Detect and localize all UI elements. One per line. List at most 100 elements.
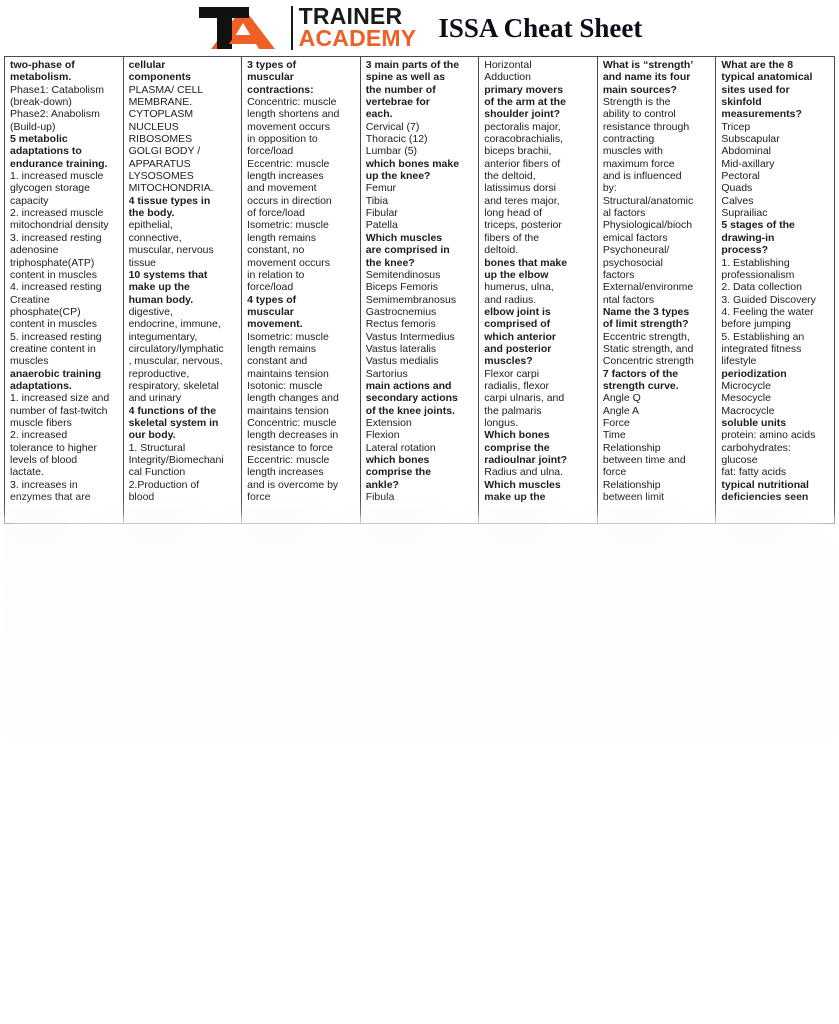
question-line: skeletal system in [128,416,219,429]
question-line: the body. [128,207,175,220]
answer-line: 3. increases in [10,478,78,491]
answer-line: connective, [128,231,182,244]
answer-line: MITOCHONDRIA. [128,182,214,195]
question-line: 3 main parts of the [365,59,460,71]
question-line: secondary actions [365,392,458,405]
answer-line: Mid-axillary [721,157,775,170]
answer-line: radialis, flexor [484,379,550,392]
answer-line: 5. increased resting [10,330,102,343]
question-line: shoulder joint? [484,108,561,121]
question-line: 7 factors of the [602,367,679,380]
answer-line: 1. Establishing [721,256,790,269]
question-line: two-phase of [10,59,75,71]
answer-line: Phase2: Anabolism [10,108,100,121]
question-line: comprise the [484,441,550,454]
answer-line: reproductive, [128,367,190,380]
answer-line: resistance to force [247,441,333,454]
answer-line: al factors [602,207,646,220]
answer-line: glucose [721,454,758,466]
answer-line: Suprailiac [721,207,768,220]
answer-line: muscular, nervous [128,244,214,257]
answer-line: Relationship [602,478,661,491]
answer-line: professionalism [721,268,795,281]
answer-line: Static strength, and [602,342,694,355]
answer-line: carpi ulnaris, and [484,392,565,405]
column-3-content: 3 types of muscular contractions: Concentri… [247,59,356,517]
answer-line: Phase1: Catabolism [10,83,104,96]
answer-line: Time [602,429,626,442]
answer-line: longus. [484,416,519,429]
answer-line: Lumbar (5) [365,145,418,158]
answer-line: Eccentric: muscle [247,454,330,466]
cheat-sheet-column-3: 3 types of muscular contractions: Concentri… [241,56,361,524]
answer-line: anterior fibers of [484,157,561,170]
answer-line: muscle fibers [10,416,72,429]
answer-line: (break-down) [10,96,72,109]
question-line: 10 systems that [128,268,208,281]
question-line: human body. [128,293,194,306]
answer-line: Thoracic (12) [365,133,428,146]
answer-line: factors [602,268,635,281]
answer-line: ntal factors [602,293,655,306]
answer-line: Horizontal [484,59,532,71]
question-line: which anterior [484,330,557,343]
answer-line: Quads [721,182,753,195]
answer-line: Isometric: muscle [247,330,329,343]
answer-line: force [602,466,627,479]
answer-line: in relation to [247,268,305,281]
question-line: bones that make [484,256,568,269]
answer-line: tissue [128,256,156,269]
question-line: muscular [247,71,294,84]
answer-line: 5. Establishing an [721,330,805,343]
answer-line: Integrity/Biomechani [128,454,224,466]
answer-line: ability to control [602,108,676,121]
answer-line: 2.Production of [128,478,200,491]
cheat-sheet-table: two-phase of metabolism. Phase1: Catabolis… [4,56,835,524]
answer-line: adenosine [10,244,59,257]
question-line: make up the [484,491,546,504]
answer-line: enzymes that are [10,491,91,504]
answer-line: muscles [10,355,49,368]
question-line: up the elbow [484,268,549,281]
answer-line: maximum force [602,157,675,170]
question-line: skinfold [721,96,762,109]
question-line: What are the 8 [721,59,794,71]
question-line: adaptations. [10,379,72,392]
answer-line: integrated fitness [721,342,802,355]
answer-line: Semitendinosus [365,268,441,281]
answer-line: movement occurs [247,120,330,133]
column-2-content: cellular components PLASMA/ CELL MEMBRANE. C… [129,59,238,517]
answer-line: 3. Guided Discovery [721,293,816,306]
answer-line: pectoralis major, [484,120,561,133]
question-line: muscles? [484,355,533,368]
answer-line: , muscular, nervous, [128,355,223,368]
answer-line: length increases [247,466,324,479]
answer-line: carbohydrates: [721,441,791,454]
answer-line: resistance through [602,120,690,133]
answer-line: blood [128,491,155,504]
answer-line: occurs in direction [247,194,332,207]
question-line: vertebrae for [365,96,430,109]
answer-line: endocrine, immune, [128,318,221,331]
question-line: 5 metabolic [10,133,68,146]
question-line: our body. [128,429,176,442]
answer-line: length remains [247,342,316,355]
answer-line: circulatory/lymphatic [128,342,224,355]
answer-line: triphosphate(ATP) [10,256,95,269]
question-line: soluble units [721,416,787,429]
answer-line: Gastrocnemius [365,305,437,318]
column-7-content: What are the 8 typical anatomical sites us… [721,59,830,517]
question-line: comprise the [365,466,432,479]
cheat-sheet-column-2: cellular components PLASMA/ CELL MEMBRANE. C… [122,56,243,524]
question-line: endurance training. [10,157,108,170]
column-5-content: Horizontal Adduction primary movers of the … [484,59,593,517]
answer-line: Vastus lateralis [365,342,437,355]
trainer-academy-logo: TRAINER ACADEMY [197,5,417,51]
answer-line: tolerance to higher [10,441,97,454]
question-line: the number of [365,83,436,96]
answer-line: phosphate(CP) [10,305,81,318]
answer-line: Microcycle [721,379,771,392]
answer-line: Semimembranosus [365,293,457,306]
answer-line: NUCLEUS [128,120,179,133]
answer-line: Concentric strength [602,355,694,368]
